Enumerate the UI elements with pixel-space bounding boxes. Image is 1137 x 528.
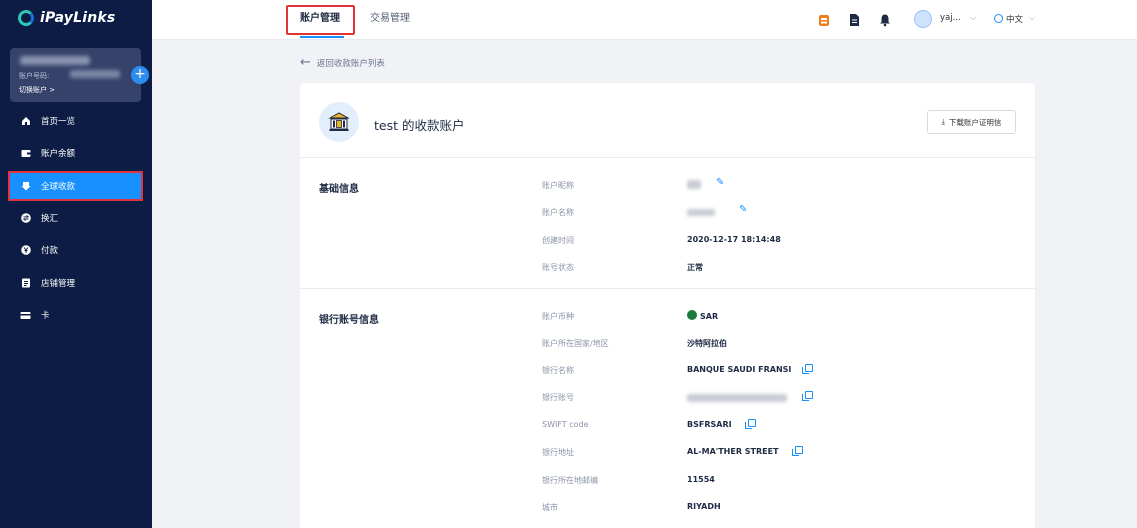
sidebar-item-global-receive[interactable]: 全球收款 (8, 171, 143, 201)
sidebar-item-label: 店铺管理 (41, 279, 76, 289)
bank-address-value: AL-MA'THER STREET (687, 447, 779, 456)
account-number-redacted (70, 70, 120, 78)
sidebar-item-label: 全球收款 (41, 182, 76, 192)
field-label: 银行账号 (542, 393, 574, 402)
field-label: 城市 (542, 503, 558, 512)
sidebar-item-balance[interactable]: 账户余额 (10, 140, 141, 166)
page-title: test 的收款账户 (374, 118, 465, 133)
logo[interactable]: iPayLinks (18, 10, 115, 26)
back-link-label: 返回收款账户列表 (316, 59, 385, 69)
bell-icon[interactable] (878, 12, 892, 27)
add-account-button[interactable]: + (131, 66, 149, 84)
sidebar-item-label: 首页一览 (41, 117, 76, 127)
divider (300, 288, 1035, 289)
copy-icon[interactable] (802, 391, 813, 401)
download-certificate-button[interactable]: ⤓ 下载账户证明信 (927, 110, 1016, 134)
logo-icon (18, 10, 34, 26)
chevron-down-icon[interactable]: ⌵ (1029, 13, 1035, 23)
globe-icon[interactable] (994, 14, 1003, 23)
active-tab-indicator (300, 36, 344, 38)
field-label: 账户所在国家/地区 (542, 339, 609, 348)
bank-name-value: BANQUE SAUDI FRANSI (687, 365, 792, 374)
field-label: 账户名称 (542, 208, 574, 217)
field-label: 银行名称 (542, 366, 574, 375)
yen-icon (20, 245, 31, 256)
gift-icon[interactable] (817, 12, 831, 26)
postal-code-value: 11554 (687, 475, 715, 484)
account-detail-card: test 的收款账户 ⤓ 下载账户证明信 基础信息 账户昵称 ✎ 账户名称 ✎ … (300, 83, 1035, 528)
copy-icon[interactable] (792, 446, 803, 456)
arrow-left-icon: ← (300, 55, 311, 70)
copy-icon[interactable] (745, 419, 756, 429)
bank-icon (319, 102, 359, 142)
saudi-flag-icon (687, 310, 697, 320)
user-name[interactable]: yaj... (940, 13, 961, 23)
account-card[interactable]: 账户号码: 切换账户 > (10, 48, 141, 102)
field-label: 账号状态 (542, 263, 574, 272)
sidebar-item-label: 换汇 (41, 214, 59, 224)
bank-account-redacted (687, 394, 787, 402)
sidebar-item-store[interactable]: 店铺管理 (10, 270, 141, 296)
tab-transaction-management[interactable]: 交易管理 (370, 0, 410, 40)
currency-code: SAR (700, 312, 719, 321)
receive-icon (20, 181, 31, 192)
card-icon (20, 310, 31, 321)
edit-icon[interactable]: ✎ (716, 177, 724, 188)
home-icon (20, 116, 31, 127)
status-value: 正常 (687, 263, 703, 272)
field-label: 账户币种 (542, 312, 574, 321)
tab-account-management[interactable]: 账户管理 (300, 0, 340, 40)
divider (300, 157, 1035, 158)
store-icon (20, 278, 31, 289)
chevron-down-icon[interactable]: ⌵ (970, 13, 976, 23)
sidebar: iPayLinks 账户号码: 切换账户 > + 首页一览 账户余额 全球收款 … (0, 0, 152, 528)
sidebar-item-home[interactable]: 首页一览 (10, 108, 141, 134)
switch-account-link[interactable]: 切换账户 > (19, 85, 55, 95)
wallet-icon (20, 148, 31, 159)
field-label: SWIFT code (542, 420, 589, 429)
field-label: 账户昵称 (542, 181, 574, 190)
field-label: 创建时间 (542, 236, 574, 245)
sidebar-item-label: 账户余额 (41, 149, 76, 159)
account-name-redacted (20, 56, 90, 65)
created-time-value: 2020-12-17 18:14:48 (687, 235, 781, 244)
account-number-label: 账户号码: (19, 72, 50, 80)
document-icon[interactable] (847, 12, 861, 26)
sidebar-item-payment[interactable]: 付款 (10, 237, 141, 263)
sidebar-item-exchange[interactable]: 换汇 (10, 205, 141, 231)
country-value: 沙特阿拉伯 (687, 339, 727, 348)
back-to-list-link[interactable]: ← 返回收款账户列表 (300, 55, 385, 70)
download-button-label: 下载账户证明信 (948, 117, 1002, 127)
sidebar-item-label: 卡 (41, 311, 50, 321)
section-title-bank: 银行账号信息 (319, 315, 379, 326)
download-icon: ⤓ (941, 117, 945, 126)
sidebar-item-card[interactable]: 卡 (10, 302, 141, 328)
currency-value: SAR (687, 310, 718, 321)
sidebar-item-label: 付款 (41, 246, 59, 256)
edit-icon[interactable]: ✎ (739, 204, 747, 215)
copy-icon[interactable] (802, 364, 813, 374)
swift-code-value: BSFRSARI (687, 420, 732, 429)
field-label: 银行所在地邮编 (542, 476, 598, 485)
language-selector[interactable]: 中文 (1006, 13, 1023, 25)
account-name-redacted (687, 209, 715, 216)
section-title-basic: 基础信息 (319, 184, 359, 195)
avatar[interactable] (914, 10, 932, 28)
field-label: 银行地址 (542, 448, 574, 457)
city-value: RIYADH (687, 502, 721, 511)
nickname-redacted (687, 180, 701, 189)
exchange-icon (20, 213, 31, 224)
brand-name: iPayLinks (40, 10, 116, 26)
